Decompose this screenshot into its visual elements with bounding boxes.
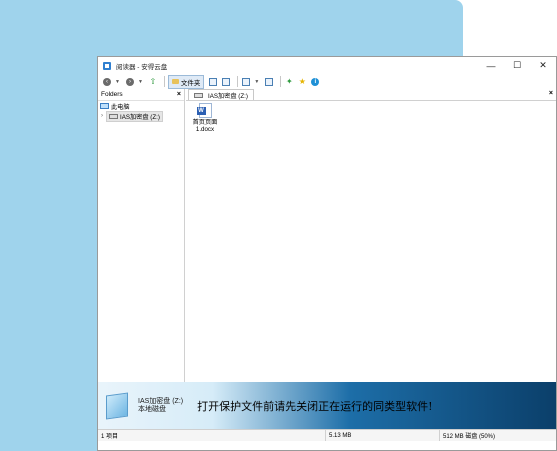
properties-icon (265, 77, 274, 86)
file-item[interactable]: W 首页页面 1.docx (192, 103, 218, 133)
about-button[interactable]: i (310, 76, 320, 88)
title-bar[interactable]: 阅读器 - 安得云盘 — ☐ ✕ (98, 57, 556, 74)
drive-name: IAS加密盘 (Z:) (138, 397, 184, 405)
forward-button[interactable]: › (125, 76, 135, 88)
window-controls: — ☐ ✕ (478, 57, 556, 74)
expand-arrow-icon[interactable]: › (98, 113, 106, 119)
folders-pane-title: Folders (101, 91, 123, 98)
star-icon: ★ (298, 77, 306, 86)
drive-icon (194, 92, 203, 98)
toolbar-separator (163, 76, 165, 87)
folders-pane-header: Folders × (98, 89, 184, 101)
forward-history-dropdown[interactable]: ▼ (138, 79, 143, 85)
status-bar: 1 项目 5.13 MB 512 MB 磁盘 (50%) (98, 429, 556, 441)
toolbar-separator (237, 76, 239, 87)
copy-button[interactable] (208, 76, 218, 88)
toolbar: ‹ ▼ › ▼ ⇧ 文件夹 ▼ ✦ ★ i (98, 74, 556, 89)
file-name-line-1: 首页页面 (192, 119, 218, 126)
drive-type: 本地磁盘 (138, 405, 166, 413)
info-icon: i (311, 77, 320, 86)
up-folder-button[interactable]: ⇧ (148, 76, 158, 88)
maximize-button[interactable]: ☐ (504, 57, 530, 74)
favorites-button[interactable]: ★ (297, 76, 307, 88)
drive-cube-icon (106, 391, 128, 420)
drive-icon (109, 113, 118, 119)
reader-window: 阅读器 - 安得云盘 — ☐ ✕ ‹ ▼ › ▼ ⇧ 文件夹 ▼ ✦ ★ i F… (97, 56, 557, 451)
tree-node-label: IAS加密盘 (Z:) (120, 113, 160, 121)
folders-toggle-label: 文件夹 (180, 79, 201, 87)
folders-pane-close-button[interactable]: × (177, 91, 181, 98)
tree-node-ias-drive[interactable]: › IAS加密盘 (Z:) (98, 110, 184, 122)
back-button[interactable]: ‹ (102, 76, 112, 88)
tree-node-this-pc[interactable]: 此电脑 (98, 101, 184, 111)
copy-icon (209, 77, 218, 86)
view-grid-icon (242, 77, 251, 86)
toolbar-separator (280, 76, 282, 87)
status-capacity: 512 MB 磁盘 (50%) (443, 434, 496, 440)
drive-info: IAS加密盘 (Z:) 本地磁盘 (138, 398, 183, 414)
pin-button[interactable]: ✦ (284, 76, 294, 88)
back-history-dropdown[interactable]: ▼ (115, 79, 120, 85)
view-mode-button[interactable] (241, 76, 251, 88)
tree-node-label: 此电脑 (111, 103, 130, 111)
word-document-icon: W (196, 103, 212, 118)
warning-message: 打开保护文件前请先关闭正在运行的同类型软件! (197, 399, 433, 413)
word-badge: W (196, 107, 206, 115)
close-button[interactable]: ✕ (530, 57, 556, 74)
status-size: 5.13 MB (326, 430, 440, 441)
app-icon (103, 61, 111, 70)
back-arrow-icon: ‹ (103, 77, 111, 86)
content-pane: IAS加密盘 (Z:) × W 首页页面 1.docx (186, 89, 556, 382)
status-items-count: 1 项目 (98, 430, 326, 441)
tab-label: IAS加密盘 (Z:) (208, 92, 248, 100)
tab-close-button[interactable]: × (549, 90, 553, 97)
pin-icon: ✦ (286, 77, 293, 86)
paste-button[interactable] (221, 76, 231, 88)
file-name: 首页页面 1.docx (193, 119, 218, 133)
view-mode-dropdown[interactable]: ▼ (254, 79, 259, 85)
forward-arrow-icon: › (125, 77, 134, 86)
window-title: 阅读器 - 安得云盘 (116, 63, 168, 71)
properties-button[interactable] (264, 76, 274, 88)
up-folder-icon: ⇧ (149, 77, 157, 86)
folders-pane: Folders × 此电脑 › IAS加密盘 (Z:) (98, 89, 185, 382)
computer-icon (100, 103, 109, 109)
file-name-line-2: 1.docx (195, 126, 215, 133)
tab-strip: IAS加密盘 (Z:) × (186, 89, 556, 101)
tree-node-selected[interactable]: IAS加密盘 (Z:) (106, 110, 163, 122)
drive-info-banner: IAS加密盘 (Z:) 本地磁盘 打开保护文件前请先关闭正在运行的同类型软件! (98, 382, 556, 429)
tab-ias-drive[interactable]: IAS加密盘 (Z:) (188, 89, 254, 100)
paste-icon (222, 77, 231, 86)
minimize-button[interactable]: — (478, 57, 504, 74)
folder-icon (171, 79, 179, 84)
folders-toggle-button[interactable]: 文件夹 (167, 74, 205, 89)
